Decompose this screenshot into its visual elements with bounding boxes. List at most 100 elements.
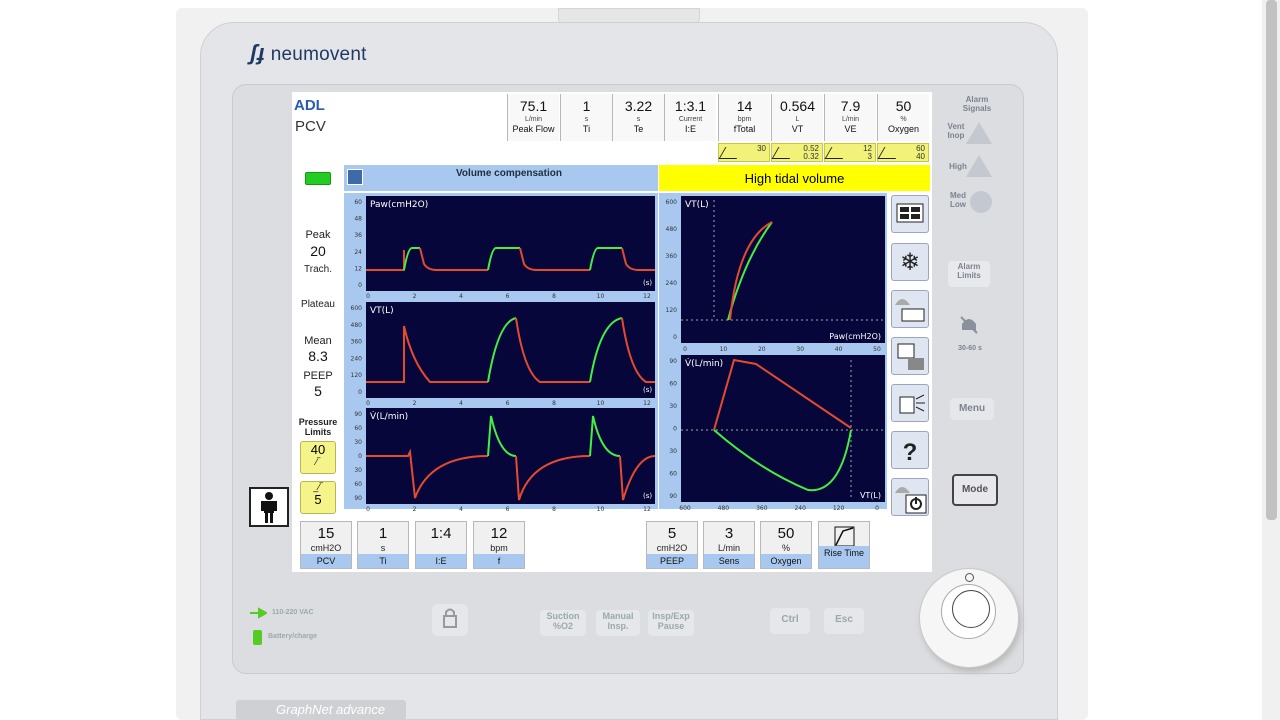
settings_right-oxygen-button[interactable]: 50% Oxygen (760, 521, 812, 569)
vent-inop-indicator (966, 122, 992, 144)
setting-unit: L/min (717, 543, 740, 553)
y-tick-label: 480 (351, 322, 363, 329)
y-tick-label: 0 (673, 334, 677, 341)
loop-x-title: VT(L) (860, 491, 881, 500)
x-unit-label: (s) (643, 492, 652, 500)
mains-power-icon (249, 606, 269, 619)
y-tick-label: 90 (669, 358, 677, 365)
x-unit-label: (s) (643, 279, 652, 287)
settings_right-sens-button[interactable]: 3 L/min Sens (703, 521, 755, 569)
x-tick-label: 50 (873, 346, 881, 353)
waveform-title: V̇(L/min) (370, 410, 408, 422)
freeze-button[interactable]: ❄ (891, 243, 929, 281)
ctrl-button[interactable]: Ctrl (770, 608, 810, 634)
settings_left-ie-button[interactable]: 1:4 I:E (415, 521, 467, 569)
mode-button[interactable]: Mode (952, 474, 998, 506)
alarm-limits-button[interactable]: Alarm Limits (948, 261, 990, 287)
screen-select-button[interactable] (891, 195, 929, 233)
y-tick-label: 240 (666, 280, 678, 287)
setting-unit: cmH2O (656, 543, 688, 553)
knob-indicator (965, 573, 974, 582)
y-tick-label: 0 (358, 282, 362, 289)
scrollbar-thumb[interactable] (1266, 0, 1277, 520)
waveform-plot (366, 408, 655, 504)
silence-duration: 30-60 s (958, 345, 982, 352)
loop-title: V̇(L/min) (685, 357, 723, 369)
y-tick-label: 60 (354, 481, 362, 488)
y-tick-label: 90 (354, 495, 362, 502)
x-tick-label: 240 (794, 505, 806, 512)
menu-button[interactable]: Menu (950, 398, 994, 420)
x-tick-label: 600 (679, 505, 691, 512)
settings_right-peep-button[interactable]: 5 cmH2O PEEP (646, 521, 698, 569)
y-tick-label: 30 (354, 467, 362, 474)
y-tick-label: 30 (669, 448, 677, 455)
y-tick-label: 60 (669, 471, 677, 478)
y-tick-label: 12 (354, 265, 362, 272)
setting-value: 12 (490, 525, 508, 542)
x-tick-label: 40 (835, 346, 843, 353)
settings_left-pcv-button[interactable]: 15 cmH2O PCV (300, 521, 352, 569)
x-tick-label: 4 (459, 506, 463, 513)
x-tick-label: 8 (552, 506, 556, 513)
help-icon[interactable]: ? (891, 431, 929, 469)
x-tick-label: 12 (643, 293, 651, 300)
y-tick-label: 90 (669, 493, 677, 500)
maneuvers-button[interactable] (891, 337, 929, 375)
mains-power-label: 110-220 VAC (272, 609, 314, 616)
y-tick-label: 0 (673, 426, 677, 433)
x-tick-label: 0 (683, 346, 687, 353)
y-tick-label: 600 (351, 305, 363, 312)
waveform-plot (366, 302, 655, 398)
x-tick-label: 0 (366, 400, 370, 407)
y-tick-label: 360 (351, 339, 363, 346)
manual-insp-button[interactable]: Manual Insp. (596, 610, 640, 636)
y-tick-label: 60 (354, 425, 362, 432)
x-tick-label: 4 (459, 400, 463, 407)
x-tick-label: 20 (758, 346, 766, 353)
x-tick-label: 30 (796, 346, 804, 353)
setting-value: 1 (378, 525, 388, 542)
y-tick-label: 48 (354, 216, 362, 223)
alarm-silence-icon[interactable] (958, 314, 980, 336)
setting-name: f (474, 554, 524, 568)
setting-name: I:E (416, 554, 466, 568)
x-tick-label: 10 (597, 293, 605, 300)
loop-plot (681, 196, 885, 343)
x-tick-label: 2 (413, 506, 417, 513)
standby-power-icon[interactable] (891, 478, 929, 516)
insp-exp-pause-button[interactable]: Insp/Exp Pause (648, 610, 694, 636)
x-tick-label: 10 (597, 400, 605, 407)
setting-name: Rise Time (819, 546, 869, 568)
measure-cursor-button[interactable] (891, 290, 929, 328)
waveform-plot (366, 196, 655, 291)
setting-unit: bpm (490, 543, 508, 553)
screen-lock-button[interactable] (432, 604, 468, 636)
x-tick-label: 8 (552, 293, 556, 300)
y-tick-label: 120 (666, 307, 678, 314)
battery-charge-label: Battery/charge (268, 633, 318, 640)
x-tick-label: 0 (875, 505, 879, 512)
settings_left-f-button[interactable]: 12 bpm f (473, 521, 525, 569)
x-tick-label: 8 (552, 400, 556, 407)
setting-unit: s (380, 543, 386, 553)
high-alarm-indicator (966, 155, 992, 177)
esc-button[interactable]: Esc (824, 608, 864, 634)
setting-name: Oxygen (761, 554, 811, 568)
svg-text:?: ? (903, 439, 918, 466)
x-tick-label: 2 (413, 293, 417, 300)
y-tick-label: 480 (666, 226, 678, 233)
setting-value: 50 (777, 525, 795, 542)
y-tick-label: 30 (354, 439, 362, 446)
settings_left-ti-button[interactable]: 1 s Ti (357, 521, 409, 569)
y-tick-label: 30 (669, 403, 677, 410)
y-tick-label: 360 (666, 253, 678, 260)
knob-center[interactable] (952, 590, 990, 628)
nebulizer-button[interactable] (891, 384, 929, 422)
y-tick-label: 0 (358, 389, 362, 396)
y-tick-label: 60 (669, 381, 677, 388)
settings_right-risetime-button[interactable]: Rise Time (818, 521, 870, 569)
x-tick-label: 6 (506, 400, 510, 407)
x-tick-label: 360 (756, 505, 768, 512)
suction-button[interactable]: Suction %O2 (540, 610, 586, 636)
